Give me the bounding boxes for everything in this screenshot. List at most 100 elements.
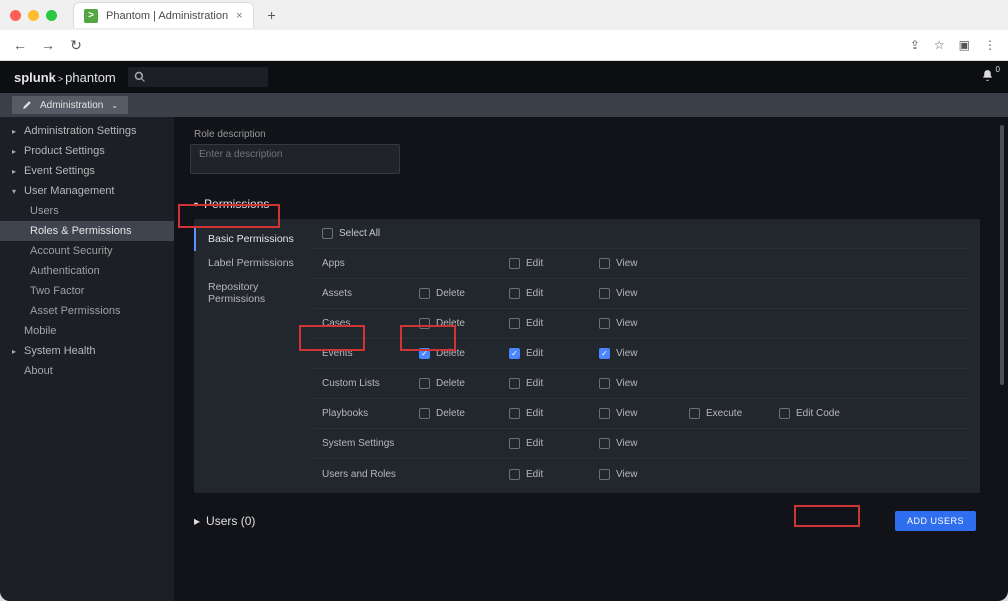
col-label: Delete [436, 288, 465, 299]
sidebar-item-label: Mobile [24, 325, 56, 337]
checkbox-customlists-view[interactable] [599, 378, 610, 389]
reload-icon[interactable]: ↻ [68, 37, 84, 54]
sidebar-item-label: Two Factor [30, 285, 84, 297]
minimize-window-icon[interactable] [28, 10, 39, 21]
checkbox-cases-delete[interactable] [419, 318, 430, 329]
col-label: Edit [526, 408, 543, 419]
tab-basic-permissions[interactable]: Basic Permissions [194, 227, 314, 251]
perm-row-assets: Assets Delete Edit View [314, 279, 968, 309]
close-tab-icon[interactable]: × [236, 10, 242, 22]
scrollbar[interactable] [1000, 125, 1004, 593]
col-label: Edit [526, 469, 543, 480]
select-all-label: Select All [339, 228, 380, 239]
bookmark-icon[interactable]: ☆ [934, 38, 945, 52]
permissions-tabs: Basic Permissions Label Permissions Repo… [194, 219, 314, 493]
sidebar-item-label: System Health [24, 345, 96, 357]
scrollbar-thumb[interactable] [1000, 125, 1004, 385]
checkbox-usersroles-view[interactable] [599, 469, 610, 480]
browser-chrome: > Phantom | Administration × + ← → ↻ ⇪ ☆… [0, 0, 1008, 61]
checkbox-apps-edit[interactable] [509, 258, 520, 269]
tab-repository-permissions[interactable]: Repository Permissions [194, 275, 314, 311]
extensions-icon[interactable]: ▣ [959, 38, 970, 52]
row-label: Events [314, 348, 419, 359]
checkbox-assets-delete[interactable] [419, 288, 430, 299]
breadcrumb-administration[interactable]: Administration ⌄ [12, 96, 128, 114]
checkbox-playbooks-view[interactable] [599, 408, 610, 419]
close-window-icon[interactable] [10, 10, 21, 21]
select-all-row: Select All [314, 219, 968, 249]
chevron-right-icon: ▸ [10, 167, 18, 176]
col-label: View [616, 438, 638, 449]
forward-icon[interactable]: → [40, 37, 56, 53]
breadcrumb-bar: Administration ⌄ [0, 93, 1008, 117]
col-label: View [616, 288, 638, 299]
perm-row-playbooks: Playbooks Delete Edit View Execute Edit … [314, 399, 968, 429]
sidebar-item-asset-permissions[interactable]: Asset Permissions [0, 301, 174, 321]
back-icon[interactable]: ← [12, 37, 28, 53]
share-icon[interactable]: ⇪ [910, 38, 920, 52]
app-header: splunk>phantom 0 [0, 61, 1008, 93]
checkbox-playbooks-delete[interactable] [419, 408, 430, 419]
sidebar-item-about[interactable]: About [0, 361, 174, 381]
sidebar-item-authentication[interactable]: Authentication [0, 261, 174, 281]
sidebar-item-event-settings[interactable]: ▸Event Settings [0, 161, 174, 181]
col-label: Edit [526, 348, 543, 359]
tab-label-permissions[interactable]: Label Permissions [194, 251, 314, 275]
permissions-panel: Basic Permissions Label Permissions Repo… [194, 219, 980, 493]
checkbox-customlists-edit[interactable] [509, 378, 520, 389]
main-content: Role description ▾ Permissions Basic Per… [174, 117, 1008, 601]
checkbox-customlists-delete[interactable] [419, 378, 430, 389]
checkbox-select-all[interactable] [322, 228, 333, 239]
row-label: Custom Lists [314, 378, 419, 389]
col-label: Edit [526, 378, 543, 389]
sidebar-item-system-health[interactable]: ▸System Health [0, 341, 174, 361]
checkbox-cases-view[interactable] [599, 318, 610, 329]
checkbox-usersroles-edit[interactable] [509, 469, 520, 480]
sidebar: ▸Administration Settings ▸Product Settin… [0, 117, 174, 601]
checkbox-assets-view[interactable] [599, 288, 610, 299]
checkbox-syssettings-edit[interactable] [509, 438, 520, 449]
section-title: Users (0) [206, 514, 255, 528]
checkbox-assets-edit[interactable] [509, 288, 520, 299]
add-users-button[interactable]: ADD USERS [895, 511, 976, 531]
checkbox-events-edit[interactable] [509, 348, 520, 359]
checkbox-cases-edit[interactable] [509, 318, 520, 329]
sidebar-item-label: Roles & Permissions [30, 225, 131, 237]
col-label: View [616, 318, 638, 329]
col-label: View [616, 378, 638, 389]
checkbox-playbooks-edit[interactable] [509, 408, 520, 419]
global-search[interactable] [128, 67, 268, 87]
checkbox-syssettings-view[interactable] [599, 438, 610, 449]
new-tab-button[interactable]: + [260, 7, 284, 23]
window-controls[interactable] [10, 10, 57, 21]
checkbox-playbooks-execute[interactable] [689, 408, 700, 419]
sidebar-item-account-security[interactable]: Account Security [0, 241, 174, 261]
sidebar-item-user-management[interactable]: ▾User Management [0, 181, 174, 201]
chevron-down-icon: ▾ [10, 187, 18, 196]
search-icon [134, 71, 146, 83]
permissions-section-header[interactable]: ▾ Permissions [194, 197, 980, 211]
sidebar-item-product-settings[interactable]: ▸Product Settings [0, 141, 174, 161]
browser-tab[interactable]: > Phantom | Administration × [73, 2, 254, 28]
checkbox-events-view[interactable] [599, 348, 610, 359]
sidebar-item-label: Asset Permissions [30, 305, 120, 317]
role-description-input[interactable] [190, 144, 400, 174]
perm-row-custom-lists: Custom Lists Delete Edit View [314, 369, 968, 399]
sidebar-item-mobile[interactable]: Mobile [0, 321, 174, 341]
col-label: Delete [436, 408, 465, 419]
checkbox-events-delete[interactable] [419, 348, 430, 359]
sidebar-item-roles-permissions[interactable]: Roles & Permissions [0, 221, 174, 241]
maximize-window-icon[interactable] [46, 10, 57, 21]
menu-icon[interactable]: ⋮ [984, 38, 996, 52]
users-section-header[interactable]: ▸ Users (0) [194, 514, 255, 528]
col-label: Edit [526, 288, 543, 299]
bell-icon [981, 69, 994, 82]
sidebar-item-admin-settings[interactable]: ▸Administration Settings [0, 121, 174, 141]
checkbox-apps-view[interactable] [599, 258, 610, 269]
notifications-button[interactable]: 0 [981, 69, 994, 85]
app-logo[interactable]: splunk>phantom [14, 70, 116, 85]
sidebar-item-users[interactable]: Users [0, 201, 174, 221]
sidebar-item-two-factor[interactable]: Two Factor [0, 281, 174, 301]
checkbox-playbooks-editcode[interactable] [779, 408, 790, 419]
col-label: Edit [526, 258, 543, 269]
